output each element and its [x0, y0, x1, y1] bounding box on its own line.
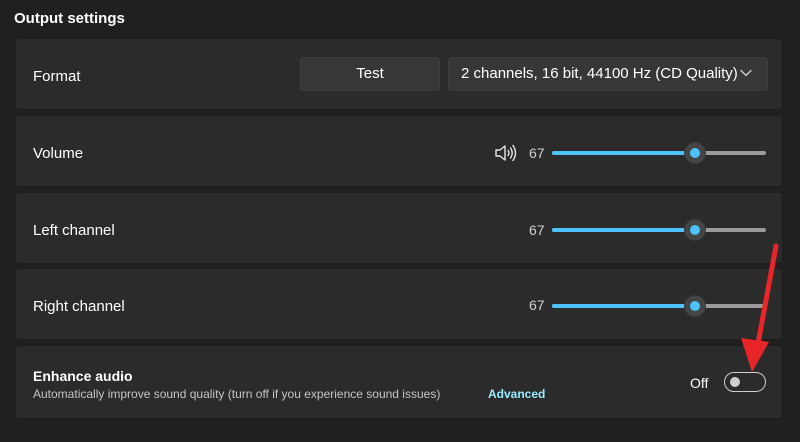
left-channel-value: 67 [529, 222, 545, 238]
left-channel-label: Left channel [33, 222, 115, 239]
left-channel-row: Left channel 67 [15, 192, 783, 264]
right-channel-value: 67 [529, 297, 545, 313]
annotation-arrow-icon [741, 243, 779, 372]
speaker-icon[interactable] [494, 143, 518, 163]
right-channel-slider-fill [552, 304, 696, 308]
volume-slider-fill [552, 151, 696, 155]
volume-row: Volume 67 [15, 115, 783, 187]
right-channel-label: Right channel [33, 298, 125, 315]
section-title: Output settings [14, 10, 125, 27]
right-channel-row: Right channel 67 [15, 268, 783, 340]
toggle-knob [730, 377, 740, 387]
right-channel-slider[interactable] [552, 295, 766, 317]
output-settings-page: Output settings Format Test 2 channels, … [0, 0, 800, 442]
enhance-audio-toggle-state: Off [690, 375, 709, 391]
advanced-link[interactable]: Advanced [488, 387, 545, 401]
chevron-down-icon [740, 69, 752, 77]
right-channel-slider-thumb[interactable] [684, 295, 707, 317]
test-button[interactable]: Test [300, 57, 440, 91]
format-label: Format [33, 68, 81, 85]
volume-value: 67 [529, 145, 545, 161]
left-channel-slider-fill [552, 228, 696, 232]
enhance-audio-description: Automatically improve sound quality (tur… [33, 387, 441, 401]
format-row: Format Test 2 channels, 16 bit, 44100 Hz… [15, 38, 783, 110]
format-select-value: 2 channels, 16 bit, 44100 Hz (CD Quality… [461, 65, 738, 82]
volume-slider-thumb[interactable] [684, 142, 707, 164]
volume-slider[interactable] [552, 142, 766, 164]
enhance-audio-row: Enhance audio Automatically improve soun… [15, 345, 783, 419]
format-select[interactable]: 2 channels, 16 bit, 44100 Hz (CD Quality… [448, 57, 768, 91]
enhance-audio-title: Enhance audio [33, 368, 133, 384]
left-channel-slider[interactable] [552, 219, 766, 241]
volume-label: Volume [33, 145, 84, 162]
left-channel-slider-thumb[interactable] [684, 219, 707, 241]
